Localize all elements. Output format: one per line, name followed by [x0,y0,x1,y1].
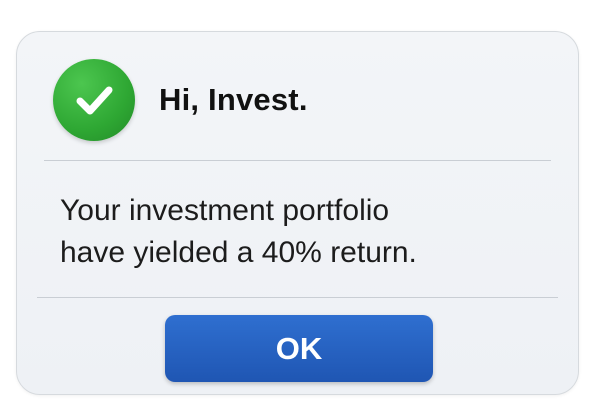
dialog-title: Hi, Invest. [159,82,308,117]
message-line-2: have yielded a 40% return. [60,236,417,269]
footer-divider [37,297,558,298]
checkmark-icon [76,86,113,115]
alert-dialog: Hi, Invest. Your investment portfolio ha… [16,31,579,395]
check-circle-icon [53,59,135,141]
dialog-message: Your investment portfolio have yielded a… [60,190,530,274]
message-line-1: Your investment portfolio [60,194,390,227]
header-divider [44,160,551,161]
ok-button[interactable]: OK [165,315,433,382]
dialog-header: Hi, Invest. [53,59,308,141]
